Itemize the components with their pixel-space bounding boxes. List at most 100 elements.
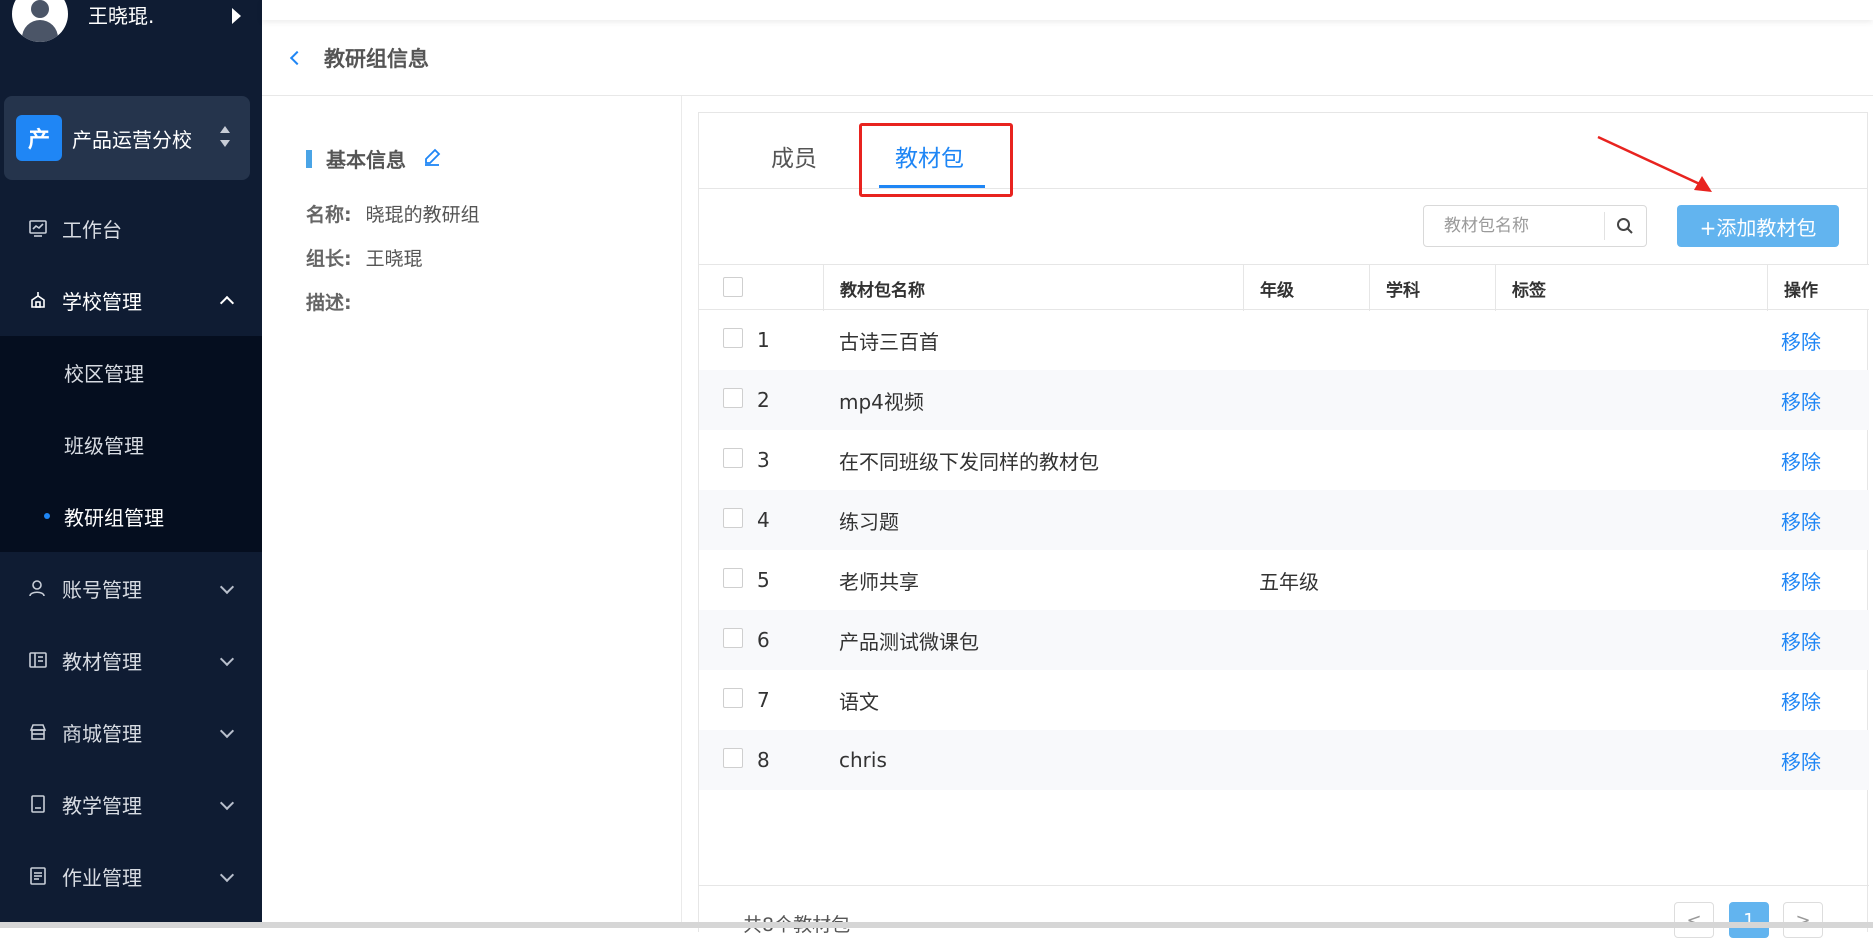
table-footer: 共8个教材包 < 1 > [699, 885, 1869, 945]
sidebar-subitem-campus[interactable]: 校区管理 [0, 336, 262, 408]
next-page-button[interactable]: > [1783, 902, 1823, 938]
info-name-row: 名称: 晓琨的教研组 [306, 200, 480, 227]
back-icon[interactable] [289, 50, 305, 65]
sidebar-item-label: 工作台 [62, 217, 122, 242]
sort-icon [220, 126, 230, 150]
sidebar-item-teaching[interactable]: 教学管理 [0, 768, 262, 840]
table-row: 8 chris 移除 [699, 730, 1869, 790]
table-header: 教材包名称 年级 学科 标签 操作 [699, 264, 1869, 311]
row-index: 3 [757, 448, 770, 472]
table-row: 6 产品测试微课包 移除 [699, 610, 1869, 670]
chevron-down-icon [219, 651, 235, 667]
row-name: 语文 [839, 689, 879, 714]
column-header-grade: 年级 [1243, 265, 1369, 311]
row-checkbox[interactable] [723, 388, 743, 408]
user-icon [28, 578, 48, 598]
prev-page-button[interactable]: < [1674, 902, 1714, 938]
desc-label: 描述: [306, 292, 352, 314]
row-checkbox[interactable] [723, 448, 743, 468]
column-header-subject: 学科 [1369, 265, 1495, 311]
info-leader-row: 组长: 王晓琨 [306, 244, 423, 271]
row-checkbox[interactable] [723, 328, 743, 348]
add-material-button[interactable]: +添加教材包 [1677, 205, 1839, 247]
row-checkbox[interactable] [723, 748, 743, 768]
materials-panel: 成员 教材包 +添加教材包 教材包名称 年级 学科 标签 操作 1 古诗三百首 … [698, 112, 1869, 938]
sidebar-item-store[interactable]: 商城管理 [0, 696, 262, 768]
school-name: 产品运营分校 [72, 127, 192, 152]
row-grade: 五年级 [1259, 569, 1319, 594]
table-row: 1 古诗三百首 移除 [699, 310, 1869, 370]
sidebar-subitem-research-group[interactable]: 教研组管理 [0, 480, 262, 552]
school-icon [28, 290, 48, 310]
remove-link[interactable]: 移除 [1781, 430, 1821, 490]
remove-link[interactable]: 移除 [1781, 490, 1821, 550]
top-bar [262, 0, 1873, 20]
school-switcher[interactable]: 产 产品运营分校 [4, 96, 250, 180]
sidebar-item-school[interactable]: 学校管理 [0, 264, 262, 336]
table-row: 4 练习题 移除 [699, 490, 1869, 550]
leader-value: 王晓琨 [365, 248, 423, 270]
edit-icon[interactable] [422, 147, 442, 171]
group-info-panel: 基本信息 名称: 晓琨的教研组 组长: 王晓琨 描述: [262, 96, 682, 928]
row-checkbox[interactable] [723, 688, 743, 708]
sidebar-item-label: 教研组管理 [64, 505, 164, 530]
row-name: chris [839, 748, 887, 772]
chevron-up-icon [219, 295, 235, 311]
remove-link[interactable]: 移除 [1781, 310, 1821, 370]
sidebar-item-label: 校区管理 [64, 361, 144, 386]
school-submenu: 校区管理 班级管理 教研组管理 [0, 336, 262, 552]
remove-link[interactable]: 移除 [1781, 610, 1821, 670]
row-name: 古诗三百首 [839, 329, 939, 354]
row-index: 5 [757, 568, 770, 592]
caret-right-icon[interactable] [232, 8, 241, 24]
row-checkbox[interactable] [723, 628, 743, 648]
avatar [12, 0, 68, 42]
sidebar-item-label: 作业管理 [62, 865, 142, 890]
name-value: 晓琨的教研组 [365, 204, 480, 226]
user-name: 王晓琨. [88, 3, 155, 28]
remove-link[interactable]: 移除 [1781, 730, 1821, 790]
sidebar-item-materials[interactable]: 教材管理 [0, 624, 262, 696]
column-header-tag: 标签 [1495, 265, 1767, 311]
row-checkbox[interactable] [723, 508, 743, 528]
table-row: 7 语文 移除 [699, 670, 1869, 730]
row-index: 6 [757, 628, 770, 652]
info-header: 基本信息 [306, 144, 442, 173]
remove-link[interactable]: 移除 [1781, 670, 1821, 730]
row-name: 老师共享 [839, 569, 919, 594]
leader-label: 组长: [306, 248, 352, 270]
remove-link[interactable]: 移除 [1781, 550, 1821, 610]
search-icon[interactable] [1605, 206, 1646, 246]
sidebar-item-dashboard[interactable]: 工作台 [0, 192, 262, 264]
name-label: 名称: [306, 204, 352, 226]
table-row: 2 mp4视频 移除 [699, 370, 1869, 430]
remove-link[interactable]: 移除 [1781, 370, 1821, 430]
row-name: mp4视频 [839, 389, 924, 414]
sidebar-subitem-class[interactable]: 班级管理 [0, 408, 262, 480]
bottom-scrollbar[interactable] [0, 922, 1873, 928]
active-dot-icon [44, 513, 50, 519]
sidebar-item-label: 班级管理 [64, 433, 144, 458]
sidebar-item-label: 账号管理 [62, 577, 142, 602]
table-row: 5 老师共享 五年级 移除 [699, 550, 1869, 610]
book-icon [28, 650, 48, 670]
user-profile[interactable]: 王晓琨. [12, 0, 154, 46]
tab-members[interactable]: 成员 [771, 139, 817, 173]
row-name: 练习题 [839, 509, 899, 534]
school-badge: 产 [16, 115, 62, 161]
search-input[interactable] [1424, 208, 1604, 244]
sidebar-item-label: 学校管理 [62, 289, 142, 314]
row-checkbox[interactable] [723, 568, 743, 588]
row-index: 1 [757, 328, 770, 352]
sidebar-item-homework[interactable]: 作业管理 [0, 840, 262, 912]
select-all-checkbox[interactable] [723, 277, 743, 297]
page-button-current[interactable]: 1 [1729, 902, 1769, 938]
row-index: 8 [757, 748, 770, 772]
section-marker [306, 149, 312, 168]
list-icon [28, 866, 48, 886]
search-box [1423, 205, 1647, 247]
chevron-down-icon [219, 579, 235, 595]
column-header-name: 教材包名称 [823, 265, 1243, 311]
sidebar-item-account[interactable]: 账号管理 [0, 552, 262, 624]
row-index: 4 [757, 508, 770, 532]
